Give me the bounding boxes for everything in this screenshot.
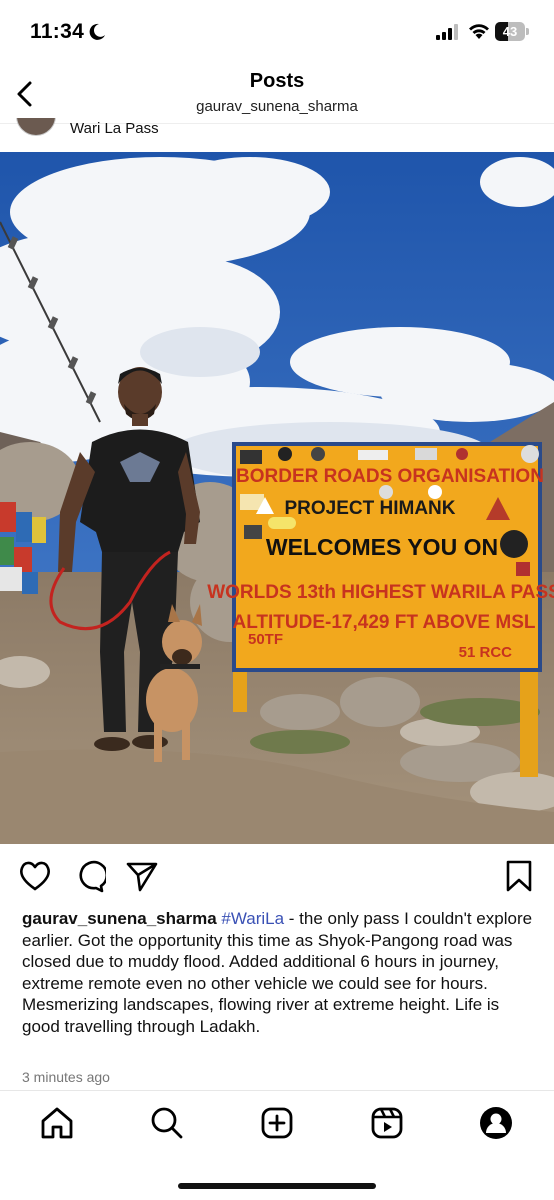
search-icon[interactable] [149, 1105, 185, 1141]
sign-line-4: WORLDS 13th HIGHEST WARILA PASS [207, 582, 554, 603]
send-icon[interactable] [125, 858, 159, 894]
reels-icon[interactable] [369, 1105, 405, 1141]
wifi-icon [469, 24, 489, 39]
sign-line-5: ALTITUDE-17,429 FT ABOVE MSL [233, 612, 536, 633]
post-actions [0, 858, 554, 898]
create-icon[interactable] [259, 1105, 295, 1141]
avatar[interactable] [16, 118, 56, 136]
comment-icon[interactable] [72, 858, 106, 894]
heart-icon[interactable] [18, 858, 52, 894]
page-subtitle[interactable]: gaurav_sunena_sharma [0, 98, 554, 115]
sign-corner-left: 50TF [248, 631, 283, 648]
caption-hashtag[interactable]: #WariLa [221, 909, 284, 928]
battery-level: 43 [502, 24, 518, 39]
profile-icon[interactable] [478, 1105, 514, 1141]
photo-illustration: BORDER ROADS ORGANISATION PROJECT HIMANK… [0, 152, 554, 844]
post-photo[interactable]: BORDER ROADS ORGANISATION PROJECT HIMANK… [0, 152, 554, 844]
bottom-nav [0, 1090, 554, 1200]
page-title: Posts [249, 70, 305, 92]
status-time: 11:34 [30, 20, 85, 43]
sign-corner-right: 51 RCC [459, 644, 513, 661]
header: Posts gaurav_sunena_sharma [0, 62, 554, 124]
home-indicator [178, 1183, 376, 1189]
moon-icon [89, 23, 105, 40]
post-caption: gaurav_sunena_sharma #WariLa - the only … [22, 908, 534, 1037]
signal-icon [436, 24, 458, 40]
caption-username[interactable]: gaurav_sunena_sharma [22, 909, 217, 928]
sign-line-2: PROJECT HIMANK [284, 498, 455, 519]
battery-icon: 43 [495, 22, 529, 41]
post-timestamp: 3 minutes ago [22, 1069, 110, 1085]
bookmark-icon[interactable] [502, 858, 536, 894]
sign-line-1: BORDER ROADS ORGANISATION [236, 466, 544, 487]
post-owner-row: Wari La Pass [0, 118, 554, 150]
home-icon[interactable] [39, 1105, 75, 1141]
sign-line-3: WELCOMES YOU ON [266, 534, 498, 560]
post-location[interactable]: Wari La Pass [70, 120, 159, 137]
status-bar: 11:34 43 [0, 0, 554, 62]
